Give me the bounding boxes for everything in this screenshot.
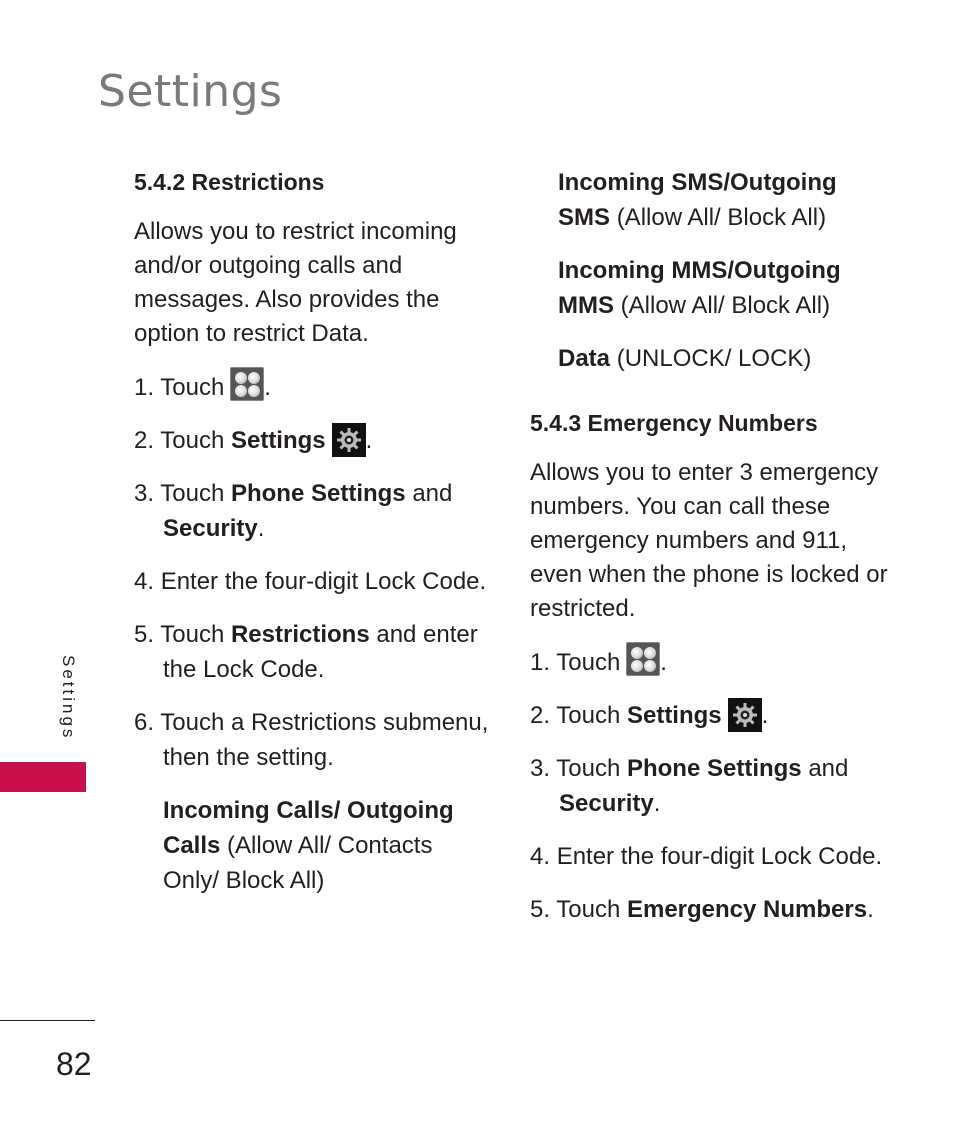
apps-grid-icon xyxy=(230,367,265,401)
step-3: 3. Touch Phone Settings and Security. xyxy=(530,755,849,817)
section-intro: Allows you to restrict incoming and/or o… xyxy=(134,218,457,347)
right-column: Incoming SMS/Outgoing SMS (Allow All/ Bl… xyxy=(530,165,890,945)
option-sms: Incoming SMS/Outgoing SMS (Allow All/ Bl… xyxy=(558,169,837,231)
settings-gear-icon xyxy=(727,698,762,732)
step-2: 2. Touch Settings. xyxy=(530,698,890,733)
section-heading: 5.4.3 Emergency Numbers xyxy=(530,410,818,436)
step-1: 1. Touch. xyxy=(530,642,890,680)
restrictions-section: 5.4.2 Restrictions Allows you to restric… xyxy=(134,165,494,916)
option-calls: Incoming Calls/ Outgoing Calls (Allow Al… xyxy=(163,797,454,894)
step-4: 4. Enter the four-digit Lock Code. xyxy=(530,843,883,870)
step-3: 3. Touch Phone Settings and Security. xyxy=(134,480,453,542)
step-5: 5. Touch Restrictions and enter the Lock… xyxy=(134,621,478,683)
page-title: Settings xyxy=(98,66,283,117)
step-5: 5. Touch Emergency Numbers. xyxy=(530,896,874,923)
step-2: 2. Touch Settings. xyxy=(134,423,494,458)
step-1: 1. Touch. xyxy=(134,367,494,405)
section-intro: Allows you to enter 3 emergency numbers.… xyxy=(530,459,888,622)
page-number: 82 xyxy=(56,1046,92,1082)
option-data: Data (UNLOCK/ LOCK) xyxy=(558,345,812,372)
step-4: 4. Enter the four-digit Lock Code. xyxy=(134,568,487,595)
side-tab-marker xyxy=(0,762,86,792)
footer-divider xyxy=(0,1020,95,1021)
apps-grid-icon xyxy=(626,642,661,676)
side-tab-label: Settings xyxy=(59,655,78,741)
step-6: 6. Touch a Restrictions submenu, then th… xyxy=(134,709,489,771)
settings-gear-icon xyxy=(331,423,366,457)
option-mms: Incoming MMS/Outgoing MMS (Allow All/ Bl… xyxy=(558,257,841,319)
section-heading: 5.4.2 Restrictions xyxy=(134,169,325,195)
